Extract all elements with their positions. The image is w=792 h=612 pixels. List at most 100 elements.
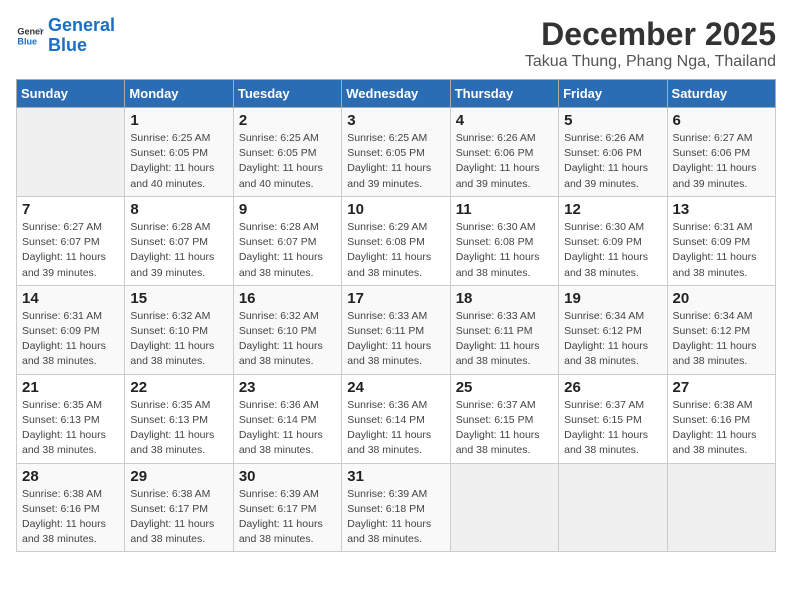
calendar-cell: [17, 108, 125, 197]
day-number: 20: [673, 290, 770, 307]
day-number: 17: [347, 290, 444, 307]
calendar-cell: 30Sunrise: 6:39 AM Sunset: 6:17 PM Dayli…: [233, 463, 341, 552]
day-number: 2: [239, 112, 336, 129]
weekday-header-monday: Monday: [125, 80, 233, 108]
day-info: Sunrise: 6:39 AM Sunset: 6:18 PM Dayligh…: [347, 487, 444, 548]
calendar-cell: 13 Sunrise: 6:31 AM Sunset: 6:09 PM Dayli…: [667, 196, 775, 285]
day-info: Sunrise: 6:37 AM Sunset: 6:15 PM Dayligh…: [564, 398, 661, 459]
calendar-cell: 12 Sunrise: 6:30 AM Sunset: 6:09 PM Dayli…: [559, 196, 667, 285]
calendar-table: SundayMondayTuesdayWednesdayThursdayFrid…: [16, 79, 776, 552]
logo-line1: General: [48, 15, 115, 35]
logo: General Blue General Blue: [16, 16, 115, 56]
day-number: 5: [564, 112, 661, 129]
day-info: Sunrise: 6:29 AM Sunset: 6:08 PM Dayligh…: [347, 220, 444, 281]
day-number: 25: [456, 379, 553, 396]
calendar-cell: 22Sunrise: 6:35 AM Sunset: 6:13 PM Dayli…: [125, 374, 233, 463]
weekday-header-saturday: Saturday: [667, 80, 775, 108]
calendar-cell: 11 Sunrise: 6:30 AM Sunset: 6:08 PM Dayli…: [450, 196, 558, 285]
day-number: 28: [22, 468, 119, 485]
day-info: Sunrise: 6:38 AM Sunset: 6:17 PM Dayligh…: [130, 487, 227, 548]
day-number: 19: [564, 290, 661, 307]
day-info: Sunrise: 6:38 AM Sunset: 6:16 PM Dayligh…: [22, 487, 119, 548]
calendar-week-row: 21Sunrise: 6:35 AM Sunset: 6:13 PM Dayli…: [17, 374, 776, 463]
day-number: 13: [673, 201, 770, 218]
day-number: 24: [347, 379, 444, 396]
day-info: Sunrise: 6:32 AM Sunset: 6:10 PM Dayligh…: [130, 309, 227, 370]
day-info: Sunrise: 6:31 AM Sunset: 6:09 PM Dayligh…: [22, 309, 119, 370]
day-info: Sunrise: 6:32 AM Sunset: 6:10 PM Dayligh…: [239, 309, 336, 370]
day-number: 9: [239, 201, 336, 218]
day-info: Sunrise: 6:36 AM Sunset: 6:14 PM Dayligh…: [347, 398, 444, 459]
day-number: 10: [347, 201, 444, 218]
weekday-header-friday: Friday: [559, 80, 667, 108]
day-info: Sunrise: 6:38 AM Sunset: 6:16 PM Dayligh…: [673, 398, 770, 459]
day-info: Sunrise: 6:27 AM Sunset: 6:06 PM Dayligh…: [673, 131, 770, 192]
calendar-cell: 7 Sunrise: 6:27 AM Sunset: 6:07 PM Daylig…: [17, 196, 125, 285]
calendar-cell: 2 Sunrise: 6:25 AM Sunset: 6:05 PM Daylig…: [233, 108, 341, 197]
day-number: 29: [130, 468, 227, 485]
weekday-header-thursday: Thursday: [450, 80, 558, 108]
calendar-cell: 16Sunrise: 6:32 AM Sunset: 6:10 PM Dayli…: [233, 285, 341, 374]
day-info: Sunrise: 6:28 AM Sunset: 6:07 PM Dayligh…: [239, 220, 336, 281]
day-info: Sunrise: 6:27 AM Sunset: 6:07 PM Dayligh…: [22, 220, 119, 281]
day-number: 15: [130, 290, 227, 307]
weekday-header-row: SundayMondayTuesdayWednesdayThursdayFrid…: [17, 80, 776, 108]
calendar-cell: 23 Sunrise: 6:36 AM Sunset: 6:14 PM Dayli…: [233, 374, 341, 463]
calendar-cell: 18Sunrise: 6:33 AM Sunset: 6:11 PM Dayli…: [450, 285, 558, 374]
weekday-header-tuesday: Tuesday: [233, 80, 341, 108]
header: General Blue General Blue December 2025 …: [16, 16, 776, 71]
day-info: Sunrise: 6:28 AM Sunset: 6:07 PM Dayligh…: [130, 220, 227, 281]
day-info: Sunrise: 6:34 AM Sunset: 6:12 PM Dayligh…: [564, 309, 661, 370]
day-info: Sunrise: 6:25 AM Sunset: 6:05 PM Dayligh…: [239, 131, 336, 192]
calendar-cell: 8Sunrise: 6:28 AM Sunset: 6:07 PM Daylig…: [125, 196, 233, 285]
svg-text:Blue: Blue: [17, 36, 37, 46]
day-info: Sunrise: 6:30 AM Sunset: 6:09 PM Dayligh…: [564, 220, 661, 281]
weekday-header-sunday: Sunday: [17, 80, 125, 108]
calendar-week-row: 14 Sunrise: 6:31 AM Sunset: 6:09 PM Dayli…: [17, 285, 776, 374]
location-title: Takua Thung, Phang Nga, Thailand: [525, 53, 776, 71]
calendar-cell: 6 Sunrise: 6:27 AM Sunset: 6:06 PM Daylig…: [667, 108, 775, 197]
day-number: 6: [673, 112, 770, 129]
calendar-cell: 5Sunrise: 6:26 AM Sunset: 6:06 PM Daylig…: [559, 108, 667, 197]
day-number: 12: [564, 201, 661, 218]
calendar-cell: 10 Sunrise: 6:29 AM Sunset: 6:08 PM Dayli…: [342, 196, 450, 285]
day-number: 1: [130, 112, 227, 129]
weekday-header-wednesday: Wednesday: [342, 80, 450, 108]
day-number: 11: [456, 201, 553, 218]
logo-icon: General Blue: [16, 22, 44, 50]
day-info: Sunrise: 6:25 AM Sunset: 6:05 PM Dayligh…: [347, 131, 444, 192]
calendar-cell: 1Sunrise: 6:25 AM Sunset: 6:05 PM Daylig…: [125, 108, 233, 197]
day-number: 21: [22, 379, 119, 396]
calendar-cell: 3 Sunrise: 6:25 AM Sunset: 6:05 PM Daylig…: [342, 108, 450, 197]
calendar-cell: 15 Sunrise: 6:32 AM Sunset: 6:10 PM Dayli…: [125, 285, 233, 374]
calendar-cell: 28 Sunrise: 6:38 AM Sunset: 6:16 PM Dayli…: [17, 463, 125, 552]
day-number: 22: [130, 379, 227, 396]
calendar-cell: 25Sunrise: 6:37 AM Sunset: 6:15 PM Dayli…: [450, 374, 558, 463]
day-number: 3: [347, 112, 444, 129]
day-number: 27: [673, 379, 770, 396]
day-info: Sunrise: 6:30 AM Sunset: 6:08 PM Dayligh…: [456, 220, 553, 281]
calendar-cell: 9 Sunrise: 6:28 AM Sunset: 6:07 PM Daylig…: [233, 196, 341, 285]
logo-line2: Blue: [48, 35, 87, 55]
day-info: Sunrise: 6:33 AM Sunset: 6:11 PM Dayligh…: [456, 309, 553, 370]
calendar-cell: 31Sunrise: 6:39 AM Sunset: 6:18 PM Dayli…: [342, 463, 450, 552]
calendar-cell: 21Sunrise: 6:35 AM Sunset: 6:13 PM Dayli…: [17, 374, 125, 463]
day-number: 4: [456, 112, 553, 129]
day-info: Sunrise: 6:39 AM Sunset: 6:17 PM Dayligh…: [239, 487, 336, 548]
calendar-cell: 14 Sunrise: 6:31 AM Sunset: 6:09 PM Dayli…: [17, 285, 125, 374]
calendar-cell: 4Sunrise: 6:26 AM Sunset: 6:06 PM Daylig…: [450, 108, 558, 197]
calendar-cell: [450, 463, 558, 552]
day-number: 23: [239, 379, 336, 396]
calendar-cell: 26 Sunrise: 6:37 AM Sunset: 6:15 PM Dayli…: [559, 374, 667, 463]
calendar-cell: 17Sunrise: 6:33 AM Sunset: 6:11 PM Dayli…: [342, 285, 450, 374]
title-area: December 2025 Takua Thung, Phang Nga, Th…: [525, 16, 776, 71]
calendar-cell: 24 Sunrise: 6:36 AM Sunset: 6:14 PM Dayli…: [342, 374, 450, 463]
calendar-cell: 27 Sunrise: 6:38 AM Sunset: 6:16 PM Dayli…: [667, 374, 775, 463]
day-number: 26: [564, 379, 661, 396]
calendar-week-row: 1 Sunrise: 6:25 AM Sunset: 6:05 PM Daylig…: [17, 108, 776, 197]
calendar-cell: 29 Sunrise: 6:38 AM Sunset: 6:17 PM Dayli…: [125, 463, 233, 552]
day-info: Sunrise: 6:31 AM Sunset: 6:09 PM Dayligh…: [673, 220, 770, 281]
day-number: 7: [22, 201, 119, 218]
day-info: Sunrise: 6:36 AM Sunset: 6:14 PM Dayligh…: [239, 398, 336, 459]
day-number: 14: [22, 290, 119, 307]
